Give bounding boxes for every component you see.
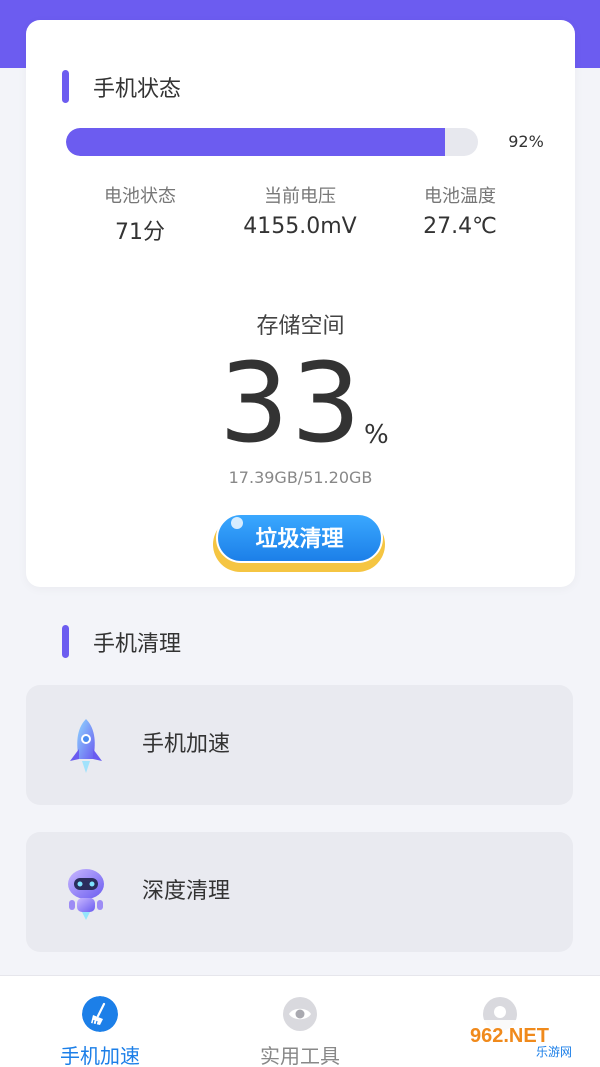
stat-value: 27.4℃ bbox=[423, 214, 497, 239]
nav-label-tools: 实用工具 bbox=[260, 1044, 340, 1067]
storage-detail: 17.39GB/51.20GB bbox=[228, 468, 373, 487]
battery-progress-fill bbox=[66, 128, 446, 156]
phone-status-header: 手机状态 bbox=[62, 70, 181, 103]
tool-label-deep-clean: 深度清理 bbox=[142, 879, 231, 904]
nav-item-tools[interactable]: 实用工具 bbox=[200, 976, 400, 1067]
svg-text:962.NET: 962.NET bbox=[470, 1025, 549, 1047]
section-accent-bar bbox=[62, 70, 69, 103]
robot-icon bbox=[68, 869, 104, 920]
battery-progress-text: 92% bbox=[508, 132, 544, 151]
stat-label: 电池状态 bbox=[104, 186, 176, 207]
phone-status-title: 手机状态 bbox=[93, 76, 182, 102]
phone-clean-header: 手机清理 bbox=[62, 625, 181, 658]
tool-label-speedup: 手机加速 bbox=[142, 732, 231, 757]
storage-percent-unit: % bbox=[364, 420, 389, 450]
eye-icon bbox=[283, 997, 317, 1031]
tool-card-speedup[interactable]: 手机加速 bbox=[26, 685, 573, 805]
stat-current-voltage: 当前电压 4155.0mV bbox=[220, 182, 380, 239]
phone-clean-title: 手机清理 bbox=[93, 631, 182, 657]
phone-status-card: 手机状态 92% 电池状态 71分 当前电压 4155.0mV 电池温度 27.… bbox=[26, 20, 575, 587]
storage-label: 存储空间 bbox=[256, 314, 345, 339]
button-gloss bbox=[231, 517, 243, 529]
nav-item-speedup[interactable]: 手机加速 bbox=[0, 976, 200, 1067]
stat-label: 电池温度 bbox=[424, 186, 496, 207]
tool-card-deep-clean[interactable]: 深度清理 bbox=[26, 832, 573, 952]
battery-progress-bar bbox=[66, 128, 478, 156]
stat-value: 71分 bbox=[115, 220, 165, 245]
nav-label-speedup: 手机加速 bbox=[60, 1044, 140, 1067]
broom-icon bbox=[82, 996, 118, 1032]
rocket-icon bbox=[70, 719, 102, 773]
storage-percent: 33 bbox=[219, 339, 363, 467]
stat-value: 4155.0mV bbox=[243, 214, 357, 239]
stat-battery-temperature: 电池温度 27.4℃ bbox=[380, 182, 540, 239]
section-accent-bar bbox=[62, 625, 69, 658]
watermark-logo: 962.NET 乐游网 bbox=[462, 1020, 594, 1060]
stat-label: 当前电压 bbox=[264, 186, 336, 207]
stat-battery-status: 电池状态 71分 bbox=[60, 182, 220, 246]
svg-text:乐游网: 乐游网 bbox=[536, 1045, 572, 1059]
